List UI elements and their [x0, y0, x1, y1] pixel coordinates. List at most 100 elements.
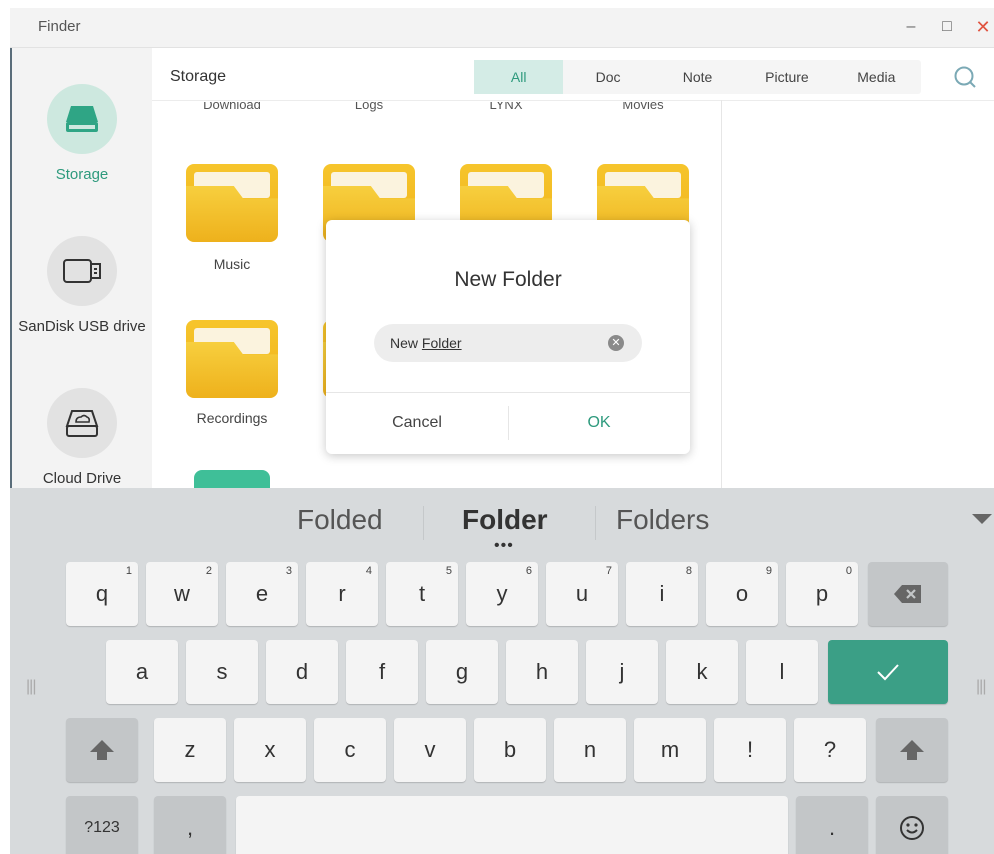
backspace-key[interactable]	[868, 562, 948, 626]
collapse-keyboard-icon[interactable]	[972, 514, 992, 524]
close-button[interactable]: ✕	[972, 16, 994, 38]
key-char: q	[95, 581, 109, 606]
key-a[interactable]: a	[106, 640, 178, 704]
key-g[interactable]: g	[426, 640, 498, 704]
sidebar: Storage SanDisk USB drive Cloud Drive	[10, 48, 152, 488]
shift-icon	[900, 740, 924, 760]
tab-note[interactable]: Note	[653, 60, 742, 94]
folder-name-input[interactable]: New Folder ✕	[374, 324, 642, 362]
key-q[interactable]: q1	[66, 562, 138, 626]
on-screen-keyboard: Folded Folder ••• Folders ||| ||| q1 w2 …	[10, 488, 994, 854]
cloud-drive-icon	[47, 388, 117, 458]
key-exclamation[interactable]: !	[714, 718, 786, 782]
key-i[interactable]: i8	[626, 562, 698, 626]
key-p[interactable]: p0	[786, 562, 858, 626]
suggestion-folders[interactable]: Folders	[616, 504, 709, 536]
key-char: i	[659, 581, 665, 606]
enter-key[interactable]	[828, 640, 948, 704]
folder-label-logs: Logs	[354, 102, 384, 112]
key-w[interactable]: w2	[146, 562, 218, 626]
key-k[interactable]: k	[666, 640, 738, 704]
key-char: u	[575, 581, 589, 606]
key-hint: 1	[125, 565, 132, 577]
space-key[interactable]	[236, 796, 788, 854]
key-hint: 4	[365, 565, 372, 577]
new-folder-dialog: New Folder New Folder ✕ Cancel OK	[326, 220, 690, 454]
key-n[interactable]: n	[554, 718, 626, 782]
key-t[interactable]: t5	[386, 562, 458, 626]
key-d[interactable]: d	[266, 640, 338, 704]
sidebar-item-label: Cloud Drive	[42, 470, 122, 487]
comma-key[interactable]: ,	[154, 796, 226, 854]
key-question[interactable]: ?	[794, 718, 866, 782]
key-s[interactable]: s	[186, 640, 258, 704]
header-divider	[152, 100, 994, 101]
sidebar-item-cloud-drive[interactable]: Cloud Drive	[12, 388, 152, 487]
suggestion-divider	[423, 506, 424, 540]
key-h[interactable]: h	[506, 640, 578, 704]
suggestion-divider	[595, 506, 596, 540]
emoji-icon	[900, 816, 924, 840]
sidebar-item-label: Storage	[55, 166, 109, 183]
key-l[interactable]: l	[746, 640, 818, 704]
left-grip-icon[interactable]: |||	[26, 678, 37, 696]
cancel-button[interactable]: Cancel	[326, 392, 508, 454]
shift-key-right[interactable]	[876, 718, 948, 782]
numbers-key[interactable]: ?123	[66, 796, 138, 854]
folder-recordings[interactable]	[186, 320, 278, 398]
emoji-key[interactable]	[876, 796, 948, 854]
tab-picture[interactable]: Picture	[742, 60, 831, 94]
folder-music[interactable]	[186, 164, 278, 242]
sidebar-item-label: SanDisk USB drive	[18, 318, 146, 335]
suggestion-folded[interactable]: Folded	[297, 504, 383, 536]
tab-media[interactable]: Media	[832, 60, 921, 94]
key-o[interactable]: o9	[706, 562, 778, 626]
key-c[interactable]: c	[314, 718, 386, 782]
key-u[interactable]: u7	[546, 562, 618, 626]
minimize-button[interactable]: –	[900, 16, 922, 38]
key-m[interactable]: m	[634, 718, 706, 782]
window-title: Finder	[38, 18, 81, 35]
shift-key-left[interactable]	[66, 718, 138, 782]
folder-name-value[interactable]: New Folder	[390, 335, 462, 351]
shift-icon	[90, 740, 114, 760]
key-e[interactable]: e3	[226, 562, 298, 626]
key-hint: 0	[845, 565, 852, 577]
key-v[interactable]: v	[394, 718, 466, 782]
drive-icon	[47, 84, 117, 154]
right-grip-icon[interactable]: |||	[976, 678, 987, 696]
sidebar-item-usb-drive[interactable]: SanDisk USB drive	[12, 236, 152, 335]
key-z[interactable]: z	[154, 718, 226, 782]
input-prefix: New	[390, 335, 422, 351]
preview-divider	[721, 100, 722, 488]
tab-all[interactable]: All	[474, 60, 564, 94]
folder-partial[interactable]	[194, 470, 270, 488]
key-char: r	[338, 581, 346, 606]
key-hint: 9	[765, 565, 772, 577]
maximize-button[interactable]: □	[936, 16, 958, 38]
key-y[interactable]: y6	[466, 562, 538, 626]
key-f[interactable]: f	[346, 640, 418, 704]
search-icon[interactable]	[952, 64, 978, 90]
key-j[interactable]: j	[586, 640, 658, 704]
clear-icon[interactable]: ✕	[608, 335, 624, 351]
page-title: Storage	[170, 68, 227, 85]
folder-label: Music	[213, 256, 251, 272]
key-b[interactable]: b	[474, 718, 546, 782]
checkmark-icon	[877, 664, 899, 681]
title-bar: Finder – □ ✕	[10, 8, 994, 48]
filter-bar: All Doc Note Picture Media	[474, 60, 921, 94]
key-x[interactable]: x	[234, 718, 306, 782]
period-key[interactable]: .	[796, 796, 868, 854]
folder-label-download: Download	[203, 102, 261, 112]
suggestion-folder[interactable]: Folder	[462, 504, 548, 536]
sidebar-item-storage[interactable]: Storage	[12, 84, 152, 183]
key-char: e	[255, 581, 269, 606]
key-hint: 5	[445, 565, 452, 577]
tab-doc[interactable]: Doc	[563, 60, 652, 94]
more-suggestions-icon[interactable]: •••	[494, 538, 514, 554]
key-r[interactable]: r4	[306, 562, 378, 626]
key-char: o	[735, 581, 749, 606]
folder-label: Recordings	[196, 410, 268, 426]
ok-button[interactable]: OK	[508, 392, 690, 454]
